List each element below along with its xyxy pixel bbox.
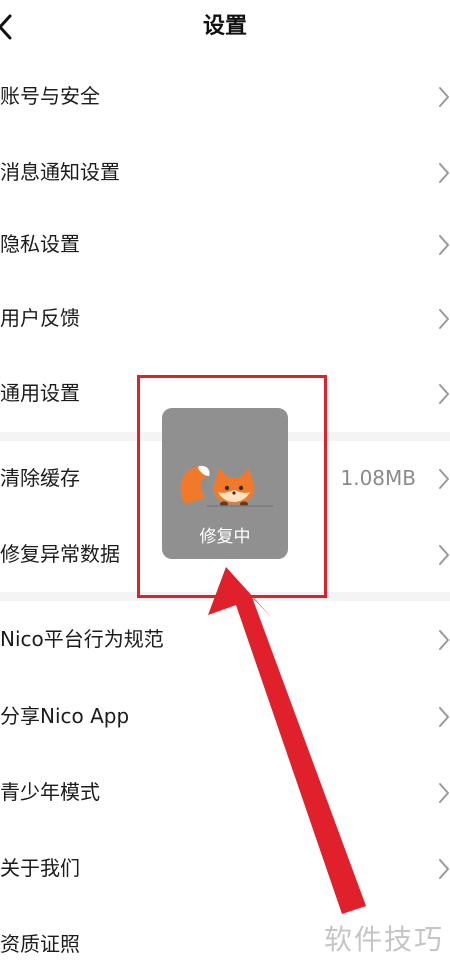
settings-item-label: 账号与安全 bbox=[0, 84, 100, 108]
settings-item-label: 清除缓存 bbox=[0, 466, 80, 490]
settings-item-youth-mode[interactable]: 青少年模式 bbox=[0, 762, 450, 822]
settings-item-label: 青少年模式 bbox=[0, 780, 100, 804]
nav-bar: 设置 bbox=[0, 0, 450, 54]
chevron-right-icon bbox=[439, 309, 449, 329]
settings-item-label: 用户反馈 bbox=[0, 306, 80, 330]
settings-item-label: Nico平台行为规范 bbox=[0, 627, 164, 651]
settings-item-label: 关于我们 bbox=[0, 856, 80, 880]
chevron-right-icon bbox=[439, 163, 449, 183]
settings-item-label: 分享Nico App bbox=[0, 704, 130, 728]
settings-item-label: 通用设置 bbox=[0, 381, 80, 405]
settings-item-share-app[interactable]: 分享Nico App bbox=[0, 686, 450, 746]
settings-item-label: 资质证照 bbox=[0, 932, 80, 956]
cache-size-value: 1.08MB bbox=[340, 466, 416, 490]
settings-item-label: 修复异常数据 bbox=[0, 542, 120, 566]
chevron-right-icon bbox=[439, 707, 449, 727]
chevron-right-icon bbox=[439, 859, 449, 879]
chevron-right-icon bbox=[439, 87, 449, 107]
settings-item-feedback[interactable]: 用户反馈 bbox=[0, 288, 450, 348]
chevron-right-icon bbox=[439, 235, 449, 255]
chevron-right-icon bbox=[439, 545, 449, 565]
settings-item-label: 消息通知设置 bbox=[0, 160, 120, 184]
watermark-text: 软件技巧 bbox=[323, 923, 444, 956]
settings-item-account-security[interactable]: 账号与安全 bbox=[0, 66, 450, 126]
chevron-right-icon bbox=[439, 469, 449, 489]
chevron-right-icon bbox=[439, 384, 449, 404]
settings-item-privacy[interactable]: 隐私设置 bbox=[0, 214, 450, 274]
chevron-right-icon bbox=[439, 630, 449, 650]
chevron-right-icon bbox=[439, 783, 449, 803]
page-title: 设置 bbox=[202, 14, 247, 39]
settings-item-nico-rules[interactable]: Nico平台行为规范 bbox=[0, 609, 450, 669]
settings-item-label: 隐私设置 bbox=[0, 232, 80, 256]
annotation-highlight-box bbox=[137, 375, 327, 598]
settings-item-notification[interactable]: 消息通知设置 bbox=[0, 142, 450, 202]
settings-item-about-us[interactable]: 关于我们 bbox=[0, 838, 450, 898]
